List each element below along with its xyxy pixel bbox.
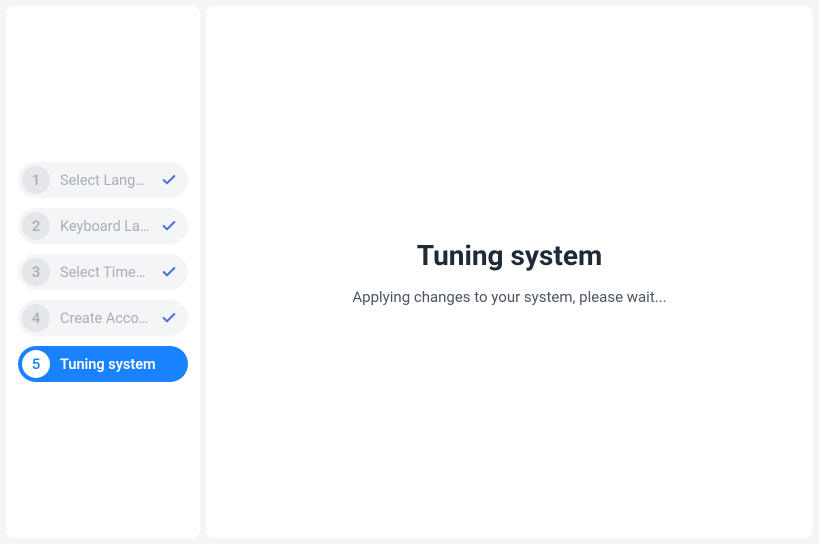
- step-select-timezone: 3 Select Timez…: [18, 254, 188, 290]
- step-label: Select Timez…: [60, 264, 150, 281]
- step-label: Select Langu…: [60, 172, 150, 189]
- check-icon: [160, 263, 178, 281]
- step-number-badge: 4: [22, 304, 50, 332]
- step-number-badge: 2: [22, 212, 50, 240]
- step-number-badge: 1: [22, 166, 50, 194]
- check-icon: [160, 171, 178, 189]
- main-content: Tuning system Applying changes to your s…: [206, 6, 813, 538]
- check-icon: [160, 217, 178, 235]
- step-number-badge: 3: [22, 258, 50, 286]
- setup-steps-sidebar: 1 Select Langu… 2 Keyboard La… 3 Select …: [6, 6, 200, 538]
- step-number-badge: 5: [22, 350, 50, 378]
- step-select-language: 1 Select Langu…: [18, 162, 188, 198]
- step-label: Create Accou…: [60, 310, 150, 327]
- step-label: Tuning system: [60, 356, 178, 373]
- step-tuning-system: 5 Tuning system: [18, 346, 188, 382]
- app-container: 1 Select Langu… 2 Keyboard La… 3 Select …: [0, 0, 819, 544]
- page-title: Tuning system: [417, 239, 602, 272]
- step-label: Keyboard La…: [60, 218, 150, 235]
- step-keyboard-layout: 2 Keyboard La…: [18, 208, 188, 244]
- step-create-account: 4 Create Accou…: [18, 300, 188, 336]
- status-message: Applying changes to your system, please …: [352, 288, 666, 306]
- check-icon: [160, 309, 178, 327]
